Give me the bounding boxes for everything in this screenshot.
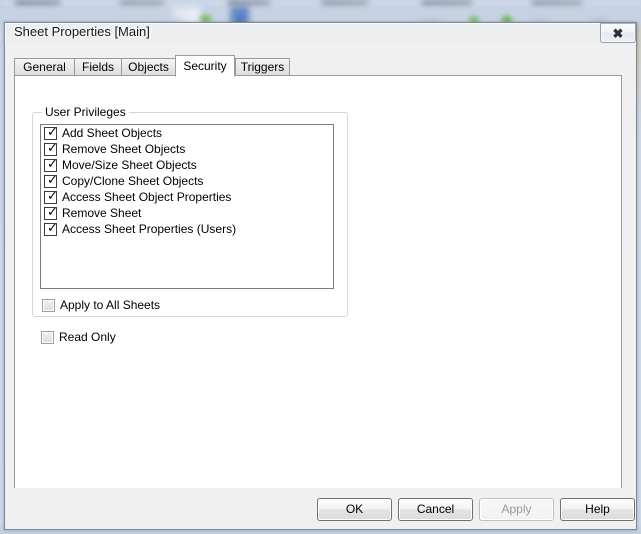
- privilege-label: Copy/Clone Sheet Objects: [62, 174, 204, 188]
- read-only-row[interactable]: Read Only: [41, 330, 116, 344]
- checkbox-move-size-sheet-objects[interactable]: ✓: [44, 156, 58, 172]
- checkmark-icon: ✓: [47, 156, 58, 172]
- tab-security-label: Security: [183, 59, 227, 73]
- cancel-button-label: Cancel: [416, 502, 455, 516]
- checkbox-read-only[interactable]: [41, 330, 54, 344]
- privilege-row[interactable]: ✓ Access Sheet Object Properties: [41, 189, 333, 205]
- background-menubar-blur: [0, 0, 641, 7]
- dialog-client-area: General Fields Objects Security Triggers…: [5, 44, 636, 529]
- checkbox-remove-sheet[interactable]: ✓: [44, 204, 58, 220]
- close-icon: ✖: [612, 25, 624, 41]
- checkmark-icon: ✓: [47, 204, 58, 220]
- tab-security[interactable]: Security: [175, 55, 235, 77]
- privilege-label: Remove Sheet: [62, 206, 142, 220]
- apply-to-all-sheets-row[interactable]: Apply to All Sheets: [42, 298, 160, 312]
- tab-general-label: General: [23, 60, 66, 74]
- close-button[interactable]: ✖: [600, 23, 636, 43]
- checkmark-icon: ✓: [47, 188, 58, 204]
- tab-fields-label: Fields: [81, 60, 114, 74]
- ok-button[interactable]: OK: [317, 498, 392, 521]
- cancel-button[interactable]: Cancel: [398, 498, 473, 521]
- sheet-properties-dialog: Sheet Properties [Main] ✖ General Fields…: [4, 22, 637, 530]
- privilege-row[interactable]: ✓ Remove Sheet Objects: [41, 141, 333, 157]
- checkmark-icon: ✓: [47, 220, 58, 236]
- tab-triggers-label: Triggers: [240, 60, 285, 74]
- dialog-footer: OK Cancel Apply Help: [5, 488, 636, 529]
- privilege-row[interactable]: ✓ Access Sheet Properties (Users): [41, 221, 333, 237]
- checkbox-copy-clone-sheet-objects[interactable]: ✓: [44, 172, 58, 188]
- privilege-label: Add Sheet Objects: [62, 126, 163, 140]
- checkbox-access-sheet-properties-users[interactable]: ✓: [44, 220, 58, 236]
- privilege-label: Access Sheet Properties (Users): [62, 222, 237, 236]
- user-privileges-group-label: User Privileges: [42, 105, 129, 119]
- checkbox-access-sheet-object-properties[interactable]: ✓: [44, 188, 58, 204]
- checkmark-icon: ✓: [47, 124, 58, 140]
- privilege-row[interactable]: ✓ Add Sheet Objects: [41, 125, 333, 141]
- privilege-label: Remove Sheet Objects: [62, 142, 186, 156]
- tab-general[interactable]: General: [14, 58, 75, 76]
- checkmark-icon: ✓: [47, 172, 58, 188]
- tab-objects-label: Objects: [128, 60, 169, 74]
- checkbox-apply-to-all-sheets[interactable]: [42, 298, 55, 312]
- tab-triggers[interactable]: Triggers: [235, 58, 290, 76]
- tab-objects[interactable]: Objects: [121, 58, 176, 76]
- help-button-label: Help: [585, 502, 610, 516]
- tab-fields[interactable]: Fields: [74, 58, 122, 76]
- security-tab-page: User Privileges ✓ Add Sheet Objects ✓ Re…: [14, 75, 622, 509]
- read-only-label: Read Only: [59, 330, 116, 344]
- ok-button-label: OK: [345, 502, 364, 516]
- tab-strip: General Fields Objects Security Triggers: [14, 55, 622, 77]
- checkbox-add-sheet-objects[interactable]: ✓: [44, 124, 58, 140]
- privilege-row[interactable]: ✓ Copy/Clone Sheet Objects: [41, 173, 333, 189]
- apply-to-all-sheets-label: Apply to All Sheets: [60, 298, 161, 312]
- window-title: Sheet Properties [Main]: [14, 24, 150, 39]
- checkmark-icon: ✓: [47, 140, 58, 156]
- help-button[interactable]: Help: [560, 498, 635, 521]
- user-privileges-group: User Privileges ✓ Add Sheet Objects ✓ Re…: [32, 105, 348, 317]
- privilege-row[interactable]: ✓ Move/Size Sheet Objects: [41, 157, 333, 173]
- privilege-label: Access Sheet Object Properties: [62, 190, 232, 204]
- apply-button: Apply: [479, 498, 554, 521]
- privilege-label: Move/Size Sheet Objects: [62, 158, 197, 172]
- privilege-row[interactable]: ✓ Remove Sheet: [41, 205, 333, 221]
- apply-button-label: Apply: [501, 502, 532, 516]
- privileges-listbox[interactable]: ✓ Add Sheet Objects ✓ Remove Sheet Objec…: [40, 124, 334, 289]
- checkbox-remove-sheet-objects[interactable]: ✓: [44, 140, 58, 156]
